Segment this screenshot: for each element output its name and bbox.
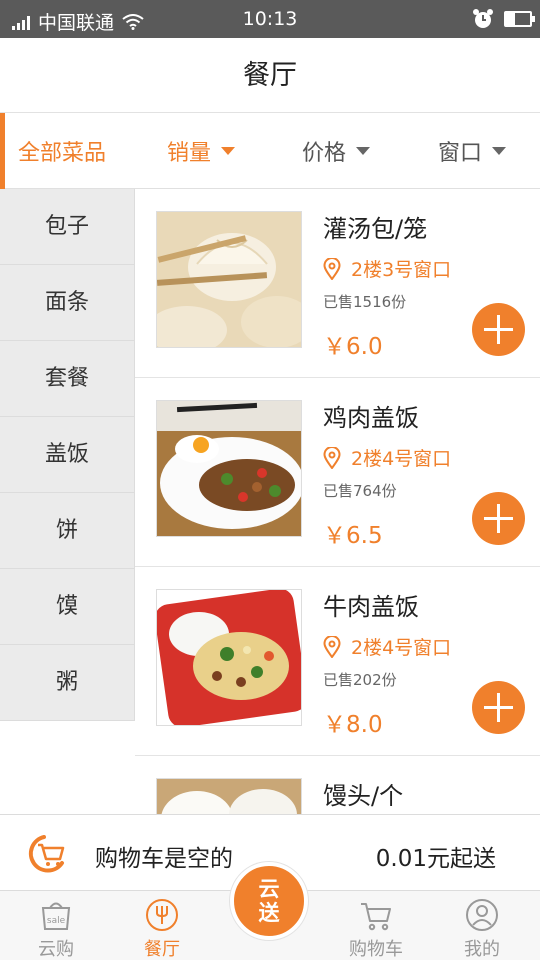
sort-by-sales-label: 销量 [167,140,212,166]
dish-location-text: 2楼4号窗口 [351,637,452,659]
dish-photo-chicken-rice [156,400,302,537]
dish-price: ￥6.0 [323,334,383,360]
sort-by-price[interactable]: 价格 [302,135,371,167]
category-item-rice-bowl[interactable]: 盖饭 [0,417,135,493]
caret-down-icon [492,146,507,155]
add-to-cart-button[interactable] [472,681,525,734]
dish-name: 灌汤包/笼 [323,215,428,243]
category-item-pancake[interactable]: 饼 [0,493,135,569]
dish-sold-count: 已售1516份 [323,293,407,311]
dish-location-text: 2楼4号窗口 [351,448,452,470]
fork-icon [146,899,178,931]
yunsong-center-button[interactable]: 云 送 [230,862,308,940]
dish-location-text: 2楼3号窗口 [351,259,452,281]
filter-accent-bar [0,113,5,189]
filter-by-window[interactable]: 窗口 [438,135,507,167]
center-button-line2: 送 [258,901,280,925]
dish-sold-count: 已售764份 [323,482,397,500]
caret-down-icon [221,146,236,155]
alarm-icon [473,9,493,28]
location-pin-icon [323,446,341,469]
nav-tab-label: 购物车 [349,939,403,960]
dish-item[interactable]: 馒头/个 [135,756,540,814]
nav-tab-label: 我的 [464,939,500,960]
cart-status-text: 购物车是空的 [95,846,233,872]
category-item-mo[interactable]: 馍 [0,569,135,645]
dish-item[interactable]: 牛肉盖饭 2楼4号窗口 已售202份 ￥8.0 [135,567,540,756]
caret-down-icon [356,146,371,155]
category-item-noodles[interactable]: 面条 [0,265,135,341]
dish-name: 馒头/个 [323,782,404,810]
category-item-porridge[interactable]: 粥 [0,645,135,721]
dish-location: 2楼3号窗口 [323,255,451,282]
dish-price: ￥8.0 [323,712,383,738]
dish-photo-mantou [156,778,302,814]
nav-tab-mine[interactable]: 我的 [428,891,536,960]
category-item-baozi[interactable]: 包子 [0,189,135,265]
dish-item[interactable]: 鸡肉盖饭 2楼4号窗口 已售764份 ￥6.5 [135,378,540,567]
dish-sold-count: 已售202份 [323,671,397,689]
dish-location: 2楼4号窗口 [323,633,451,660]
dish-location: 2楼4号窗口 [323,444,451,471]
status-bar: 中国联通 10:13 [0,0,540,38]
user-icon [466,899,498,931]
page-title: 餐厅 [0,38,540,113]
shopping-cart-icon [361,903,391,931]
dish-list: 灌汤包/笼 2楼3号窗口 已售1516份 ￥6.0 鸡肉盖饭 2楼4号窗口 已售… [135,189,540,814]
battery-icon [504,11,535,27]
dish-price: ￥6.5 [323,523,383,549]
center-button-line1: 云 [258,877,280,901]
dish-photo-soup-dumplings [156,211,302,348]
all-dishes-tab[interactable]: 全部菜品 [18,135,106,167]
category-sidebar: 包子 面条 套餐 盖饭 饼 馍 粥 [0,189,135,721]
sort-by-sales[interactable]: 销量 [167,135,236,167]
dish-photo-beef-rice [156,589,302,726]
category-item-set-meal[interactable]: 套餐 [0,341,135,417]
min-delivery-text: 0.01元起送 [375,846,496,872]
dish-item[interactable]: 灌汤包/笼 2楼3号窗口 已售1516份 ￥6.0 [135,189,540,378]
nav-tab-yungou[interactable]: sale 云购 [2,891,110,960]
sale-bag-icon: sale [41,902,71,930]
dish-name: 鸡肉盖饭 [323,404,419,432]
location-pin-icon [323,257,341,280]
nav-tab-label: 云购 [38,939,74,960]
dish-name: 牛肉盖饭 [323,593,419,621]
add-to-cart-button[interactable] [472,492,525,545]
nav-tab-restaurant[interactable]: 餐厅 [108,891,216,960]
svg-text:sale: sale [47,916,66,926]
nav-tab-cart[interactable]: 购物车 [322,891,430,960]
add-to-cart-button[interactable] [472,303,525,356]
filter-bar: 全部菜品 销量 价格 窗口 [0,113,540,189]
nav-tab-label: 餐厅 [144,939,180,960]
filter-by-window-label: 窗口 [438,140,483,166]
sort-by-price-label: 价格 [302,140,347,166]
cart-icon[interactable] [24,833,68,873]
clock: 10:13 [242,8,298,30]
location-pin-icon [323,635,341,658]
